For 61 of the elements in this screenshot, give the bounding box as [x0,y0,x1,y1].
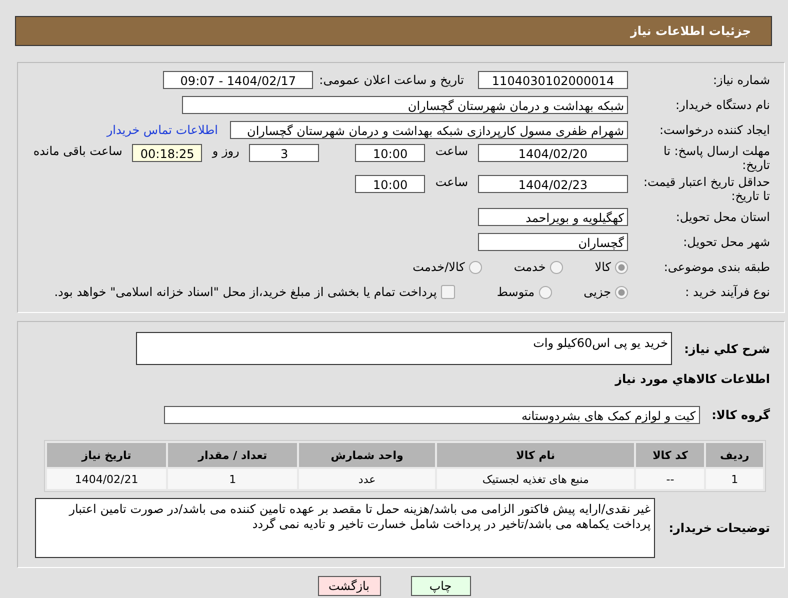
field-label: گروه کالا: [712,408,770,422]
validity-time-field: 10:00 [355,175,426,193]
field-label: شهر محل تحویل: [682,235,770,249]
deadline-time-field: 10:00 [355,144,426,162]
table-cell: منبع های تغذیه لجستیک [436,469,634,489]
column-header: ردیف [706,443,763,467]
deadline-date-field: 1404/02/20 [478,144,628,162]
table-cell: 1 [706,469,763,489]
radio-button[interactable] [615,260,628,274]
back-button[interactable]: بازگشت [318,576,380,596]
field-label: ساعت [434,144,469,158]
buyer-org-field: شبکه بهداشت و درمان شهرستان گچساران [182,96,628,114]
field-label: مهلت ارسال پاسخ: تا تاریخ: [662,144,770,172]
field-label: طبقه بندی موضوعی: [662,260,770,274]
checkbox-label: پرداخت تمام یا بخشی از مبلغ خرید،از محل "اسناد خزانه اسلامی" خواهد بود. [54,285,437,299]
remaining-time-field: 00:18:25 [132,144,202,162]
radio-button[interactable] [468,260,482,274]
announce-date-field: 1404/02/17 - 09:07 [163,71,314,89]
table-cell: -- [636,469,704,489]
table-cell: 1404/02/21 [47,469,166,489]
checkbox[interactable] [440,285,455,299]
field-label: تاریخ و ساعت اعلان عمومی: [319,73,464,87]
validity-date-field: 1404/02/23 [478,175,628,193]
field-label: ساعت [434,175,469,189]
print-button[interactable]: چاپ [410,576,470,596]
radio-label: متوسط [496,285,535,299]
radio-button[interactable] [550,260,563,274]
field-label: ساعت باقی مانده [32,144,124,158]
need-number-field: 1104030102000014 [478,71,628,89]
field-label: حداقل تاریخ اعتبار قیمت: تا تاریخ: [642,175,770,203]
radio-label: جزیی [584,285,611,299]
radio-label: کالا [594,260,611,274]
radio-button[interactable] [615,286,628,298]
radio-label: خدمت [514,260,546,274]
radio-label: کالا/خدمت [412,260,465,274]
buyer-contact-link[interactable]: اطلاعات تماس خریدار [106,123,218,137]
days-field: 3 [249,144,320,162]
column-header: تاریخ نیاز [47,443,166,467]
summary-textarea[interactable]: خرید یو پی اس60کیلو وات [136,332,672,365]
field-label: شماره نیاز: [712,73,770,87]
field-label: توضیحات خریدار: [668,521,770,535]
column-header: واحد شمارش [299,443,435,467]
radio-button[interactable] [538,286,552,298]
buyer-notes-textarea[interactable]: غیر نقدی/ارایه پیش فاکتور الزامی می باشد/هزینه حمل تا مقصد بر عهده تامین کننده می باشد/در صورت تامین اعتبار پرداخت یکماهه می باشد/تاخیر در پرداخت شامل خسارت تاخیر و تادیه نمی گردد [34,498,655,558]
column-header: نام کالا [436,443,634,467]
province-field: کهگیلویه و بویراحمد [478,208,628,226]
requester-field: شهرام ظفری مسول کارپردازی شبکه بهداشت و درمان شهرستان گچساران [230,121,628,139]
column-header: کد کالا [636,443,704,467]
header-title: جزئیات اطلاعات نیاز [630,24,751,38]
field-label: روز و [210,144,240,158]
table-cell: 1 [168,469,298,489]
column-header: تعداد / مقدار [168,443,298,467]
city-field: گچساران [478,233,628,251]
field-label: شرح كلي نياز: [684,342,770,356]
field-label: نوع فرآیند خرید : [684,285,770,299]
section-heading: اطلاعات كالاهاي مورد نياز [615,372,770,386]
goods-group-field: کیت و لوازم کمک های بشردوستانه [164,406,700,424]
table-cell: عدد [299,469,435,489]
field-label: نام دستگاه خریدار: [674,98,770,112]
field-label: ایجاد کننده درخواست: [658,123,770,137]
field-label: استان محل تحویل: [674,210,770,224]
